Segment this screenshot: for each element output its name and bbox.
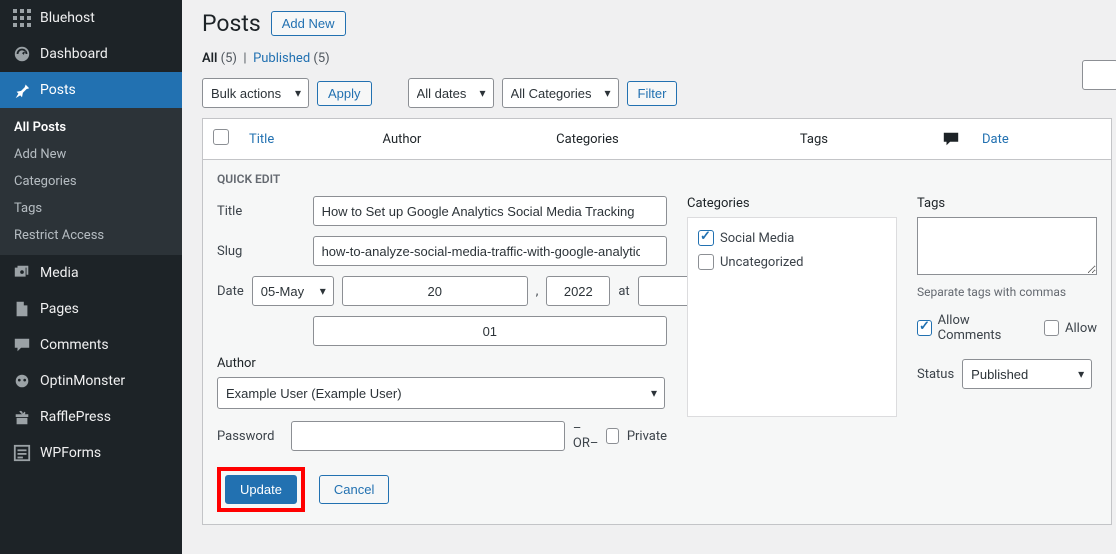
title-input[interactable] (313, 196, 667, 226)
status-select[interactable]: Published (962, 359, 1092, 389)
search-input[interactable] (1082, 60, 1116, 90)
gift-icon (12, 407, 32, 427)
category-filter-select[interactable]: All Categories (502, 78, 619, 108)
sidebar-subitem-restrict[interactable]: Restrict Access (0, 222, 182, 249)
grid-icon (12, 8, 32, 28)
dashboard-icon (12, 44, 32, 64)
tags-hint: Separate tags with commas (917, 285, 1097, 299)
comment-icon (942, 130, 962, 148)
sidebar-item-posts[interactable]: Posts (0, 72, 182, 108)
col-tags[interactable]: Tags (790, 119, 932, 160)
date-month-select[interactable]: 05-May (252, 276, 334, 306)
allow-comments-label: Allow Comments (938, 313, 1027, 343)
filter-all-link[interactable]: All (202, 51, 217, 66)
date-year-input[interactable] (546, 276, 610, 306)
category-label: Uncategorized (720, 255, 803, 270)
sidebar-item-label: Pages (40, 301, 79, 317)
tags-input[interactable] (917, 217, 1097, 275)
slug-label: Slug (217, 244, 305, 259)
sidebar-item-optinmonster[interactable]: OptinMonster (0, 363, 182, 399)
title-label: Title (217, 204, 305, 219)
sidebar-item-label: Media (40, 265, 79, 281)
private-checkbox[interactable] (606, 428, 618, 444)
search-box (1082, 60, 1116, 90)
date-label: Date (217, 284, 244, 299)
page-title: Posts (202, 10, 261, 37)
category-item[interactable]: Social Media (698, 226, 886, 250)
add-new-button[interactable]: Add New (271, 11, 346, 36)
status-label: Status (917, 367, 954, 382)
apply-button[interactable]: Apply (317, 81, 372, 106)
category-checkbox[interactable] (698, 230, 714, 246)
sidebar-item-rafflepress[interactable]: RafflePress (0, 399, 182, 435)
media-icon (12, 263, 32, 283)
sidebar-item-label: WPForms (40, 445, 101, 461)
date-min-input[interactable] (313, 316, 667, 346)
form-icon (12, 443, 32, 463)
allow-comments-checkbox[interactable] (917, 320, 932, 336)
sidebar-item-media[interactable]: Media (0, 255, 182, 291)
admin-sidebar: Bluehost Dashboard Posts All Posts Add N… (0, 0, 182, 554)
sidebar-item-label: Dashboard (40, 46, 108, 62)
cancel-button[interactable]: Cancel (319, 475, 389, 504)
page-icon (12, 299, 32, 319)
sidebar-item-label: Posts (40, 82, 76, 98)
private-label: Private (627, 429, 667, 444)
filter-published-link[interactable]: Published (253, 51, 310, 66)
filter-published-count: (5) (313, 51, 329, 66)
password-input[interactable] (291, 421, 565, 451)
sidebar-posts-submenu: All Posts Add New Categories Tags Restri… (0, 108, 182, 255)
posts-table: Title Author Categories Tags Date QUICK … (202, 118, 1112, 525)
comment-icon (12, 335, 32, 355)
password-label: Password (217, 429, 283, 444)
allow-pings-checkbox[interactable] (1044, 320, 1059, 336)
col-comments[interactable] (932, 119, 972, 160)
pin-icon (12, 80, 32, 100)
categories-box[interactable]: Social Media Uncategorized (687, 217, 897, 417)
tags-heading: Tags (917, 196, 1097, 211)
select-all-checkbox[interactable] (213, 129, 229, 145)
sidebar-item-label: Bluehost (40, 10, 95, 26)
allow-pings-label: Allow (1065, 321, 1097, 336)
sidebar-item-dashboard[interactable]: Dashboard (0, 36, 182, 72)
sidebar-item-wpforms[interactable]: WPForms (0, 435, 182, 471)
category-checkbox[interactable] (698, 254, 714, 270)
categories-heading: Categories (687, 196, 897, 211)
date-at-label: at (618, 284, 629, 299)
sidebar-subitem-categories[interactable]: Categories (0, 168, 182, 195)
col-title[interactable]: Title (239, 119, 373, 160)
update-button[interactable]: Update (225, 475, 297, 504)
sidebar-subitem-add-new[interactable]: Add New (0, 141, 182, 168)
category-item[interactable]: Uncategorized (698, 250, 886, 274)
date-day-input[interactable] (342, 276, 528, 306)
col-author[interactable]: Author (373, 119, 547, 160)
category-label: Social Media (720, 231, 794, 246)
sidebar-item-label: OptinMonster (40, 373, 125, 389)
sidebar-item-label: RafflePress (40, 409, 111, 425)
quick-edit-heading: QUICK EDIT (217, 172, 1097, 186)
sidebar-item-label: Comments (40, 337, 109, 353)
col-date[interactable]: Date (972, 119, 1112, 160)
update-highlight: Update (217, 467, 305, 512)
post-status-filter: All (5) | Published (5) (202, 51, 1096, 66)
quick-edit-row: QUICK EDIT Title Slug (203, 160, 1112, 525)
filter-all-count: (5) (221, 51, 237, 66)
sidebar-item-pages[interactable]: Pages (0, 291, 182, 327)
date-filter-select[interactable]: All dates (408, 78, 494, 108)
or-separator: –OR– (573, 421, 599, 451)
author-label: Author (217, 356, 667, 371)
sidebar-subitem-all-posts[interactable]: All Posts (0, 114, 182, 141)
main-content: Posts Add New All (5) | Published (5) Bu… (182, 0, 1116, 554)
filter-button[interactable]: Filter (627, 81, 678, 106)
sidebar-subitem-tags[interactable]: Tags (0, 195, 182, 222)
bulk-actions-select[interactable]: Bulk actions (202, 78, 309, 108)
sidebar-item-bluehost[interactable]: Bluehost (0, 0, 182, 36)
sidebar-item-comments[interactable]: Comments (0, 327, 182, 363)
col-categories[interactable]: Categories (546, 119, 790, 160)
author-select[interactable]: Example User (Example User) (217, 377, 665, 409)
monster-icon (12, 371, 32, 391)
slug-input[interactable] (313, 236, 667, 266)
